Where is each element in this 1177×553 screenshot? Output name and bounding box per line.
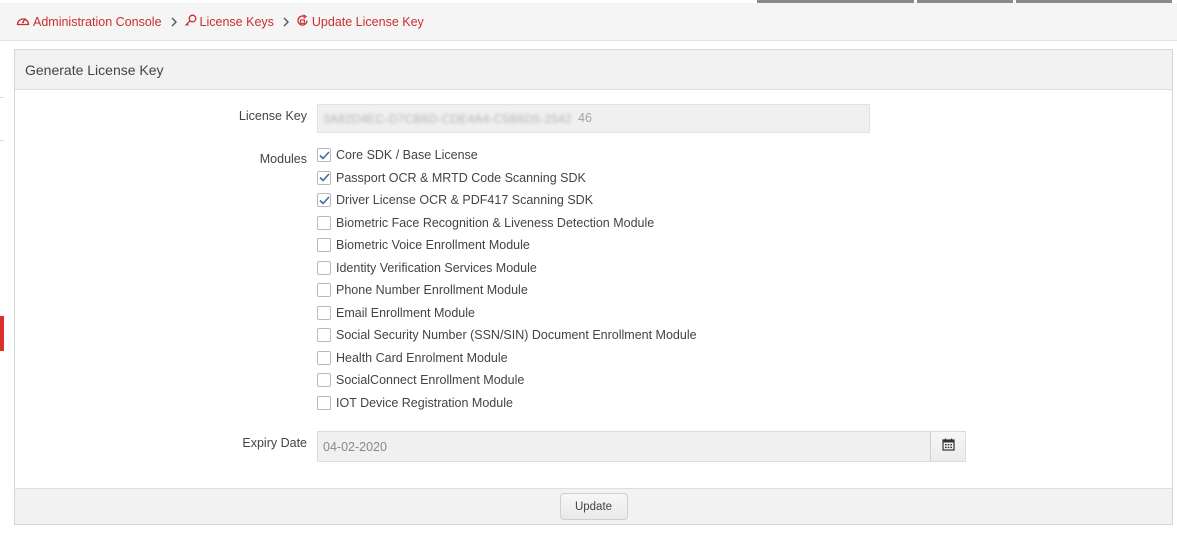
checkmark-icon [318, 150, 330, 160]
edge-divider [0, 97, 4, 98]
expiry-date-input[interactable] [318, 432, 930, 461]
module-item[interactable]: SocialConnect Enrollment Module [317, 371, 524, 389]
checkmark-icon [318, 173, 330, 182]
module-checkbox[interactable] [317, 328, 331, 342]
module-label: Biometric Face Recognition & Liveness De… [336, 215, 655, 230]
key-icon [184, 14, 200, 30]
module-item[interactable]: Biometric Face Recognition & Liveness De… [317, 214, 654, 232]
module-item[interactable]: IOT Device Registration Module [317, 394, 513, 412]
panel-title: Generate License Key [25, 61, 164, 78]
module-item[interactable]: Health Card Enrolment Module [317, 349, 508, 367]
module-checkbox[interactable] [317, 283, 331, 297]
module-label: Email Enrollment Module [336, 305, 475, 320]
breadcrumb-label: License Keys [199, 14, 274, 29]
chevron-right-icon [171, 17, 177, 27]
module-label: Passport OCR & MRTD Code Scanning SDK [336, 170, 586, 185]
module-label: Driver License OCR & PDF417 Scanning SDK [336, 193, 594, 207]
refresh-lock-icon [296, 13, 312, 30]
module-checkbox[interactable] [317, 395, 331, 410]
module-checkbox[interactable] [317, 260, 331, 275]
generate-license-key-panel: Generate License Key License Key 3A82D4E… [14, 49, 1173, 525]
module-item[interactable]: Identity Verification Services Module [317, 259, 537, 277]
edge-active-marker [0, 316, 4, 351]
module-item[interactable]: Social Security Number (SSN/SIN) Documen… [317, 326, 697, 344]
module-label: SocialConnect Enrollment Module [336, 373, 525, 387]
module-item[interactable]: Core SDK / Base License [317, 146, 478, 164]
modules-label: Modules [259, 152, 307, 166]
module-label: Health Card Enrolment Module [336, 350, 508, 365]
edge-divider [0, 140, 4, 141]
module-label: Biometric Voice Enrollment Module [336, 238, 530, 252]
module-checkbox[interactable] [317, 148, 331, 162]
update-button[interactable]: Update [559, 493, 628, 520]
module-label: Identity Verification Services Module [336, 260, 537, 275]
module-item[interactable]: Driver License OCR & PDF417 Scanning SDK [317, 191, 593, 209]
breadcrumb-item-administration-console[interactable]: Administration Console [16, 14, 162, 29]
expiry-date-label: Expiry Date [242, 436, 307, 450]
breadcrumb-label: Update License Key [311, 14, 424, 29]
chevron-right-icon [283, 17, 289, 27]
module-item[interactable]: Email Enrollment Module [317, 304, 475, 322]
module-label: Social Security Number (SSN/SIN) Documen… [336, 328, 697, 342]
module-checkbox[interactable] [317, 305, 331, 320]
license-key-input[interactable] [317, 104, 870, 133]
module-checkbox[interactable] [317, 193, 331, 207]
dashboard-icon [16, 14, 33, 29]
module-label: Core SDK / Base License [336, 148, 478, 162]
module-checkbox[interactable] [317, 238, 331, 252]
breadcrumb-item-license-keys[interactable]: License Keys [184, 14, 274, 30]
page: Administration Console License Keys Upda… [0, 0, 1177, 553]
panel-footer: Update [15, 488, 1172, 524]
checkmark-icon [318, 195, 330, 205]
calendar-icon [941, 438, 955, 456]
module-label: Phone Number Enrollment Module [336, 283, 528, 297]
breadcrumb-item-update-license-key: Update License Key [296, 13, 424, 30]
calendar-button[interactable] [930, 432, 965, 461]
breadcrumb-label: Administration Console [33, 14, 162, 29]
expiry-date-field [317, 431, 966, 462]
module-item[interactable]: Passport OCR & MRTD Code Scanning SDK [317, 169, 586, 187]
module-checkbox[interactable] [317, 373, 331, 387]
license-key-label: License Key [238, 109, 307, 123]
module-label: IOT Device Registration Module [336, 395, 513, 410]
module-item[interactable]: Phone Number Enrollment Module [317, 281, 528, 299]
breadcrumb: Administration Console License Keys Upda… [0, 3, 1177, 41]
module-item[interactable]: Biometric Voice Enrollment Module [317, 236, 530, 254]
module-checkbox[interactable] [317, 170, 331, 185]
panel-header: Generate License Key [15, 50, 1172, 90]
module-checkbox[interactable] [317, 350, 331, 365]
module-checkbox[interactable] [317, 215, 331, 230]
